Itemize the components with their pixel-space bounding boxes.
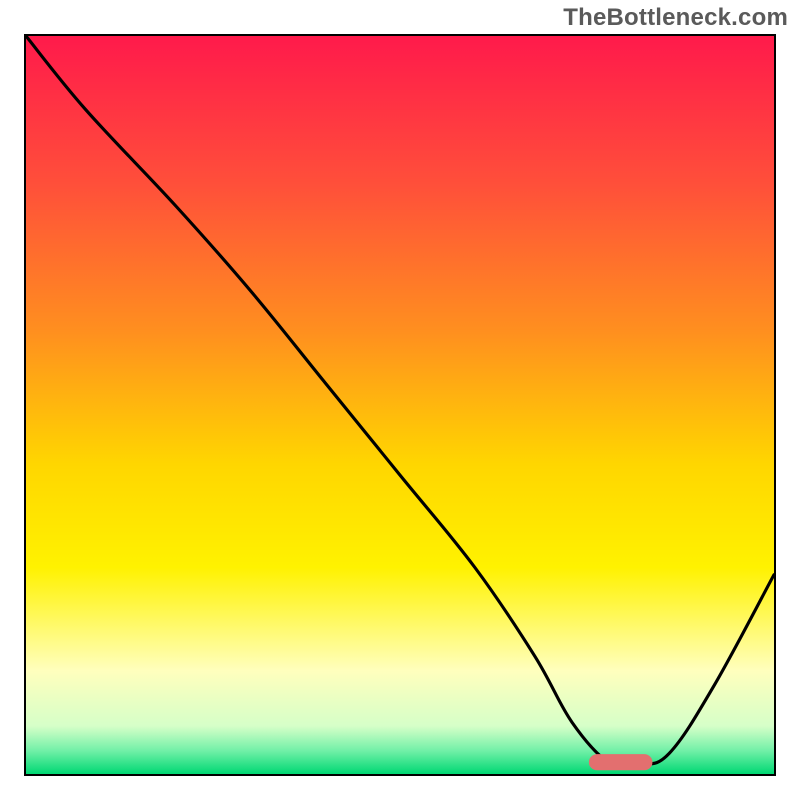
- optimal-range-marker: [589, 754, 653, 770]
- watermark-text: TheBottleneck.com: [563, 4, 788, 32]
- marker-layer: [26, 36, 774, 774]
- plot-frame: [24, 34, 776, 776]
- chart-stage: TheBottleneck.com: [0, 0, 800, 800]
